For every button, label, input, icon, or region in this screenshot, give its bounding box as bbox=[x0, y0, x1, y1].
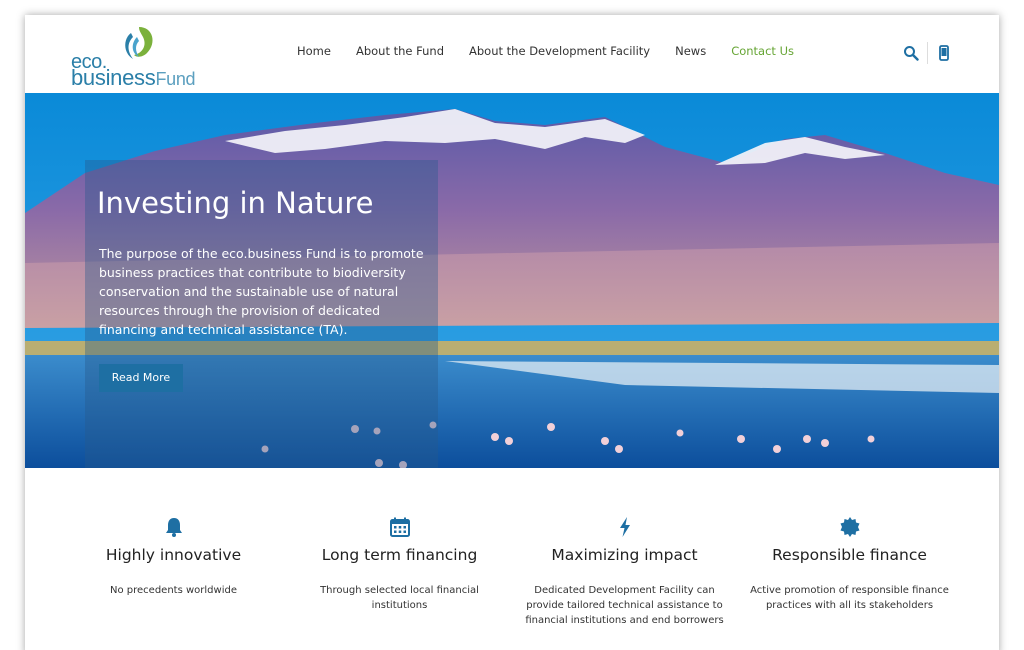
gear-badge-icon bbox=[840, 517, 859, 537]
feature-text: Active promotion of responsible finance … bbox=[750, 585, 949, 611]
read-more-button[interactable]: Read More bbox=[99, 364, 183, 392]
feature-text: Dedicated Development Facility can provi… bbox=[525, 585, 724, 626]
header-icons bbox=[903, 41, 952, 65]
header-icon-divider bbox=[927, 42, 928, 64]
feature-maximizing-impact: Maximizing impact Dedicated Development … bbox=[512, 468, 737, 628]
logo-business-text: businessFund bbox=[71, 65, 196, 91]
site-header: eco. businessFund Home About the Fund Ab… bbox=[25, 15, 999, 93]
feature-long-term-financing: Long term financing Through selected loc… bbox=[287, 468, 512, 613]
search-icon[interactable] bbox=[903, 45, 919, 61]
nav-home[interactable]: Home bbox=[297, 44, 331, 64]
feature-title: Highly innovative bbox=[105, 546, 242, 564]
lightning-bolt-icon bbox=[619, 517, 630, 537]
feature-title: Long term financing bbox=[321, 546, 478, 564]
mobile-phone-icon[interactable] bbox=[936, 45, 952, 61]
logo-fund-word: Fund bbox=[155, 69, 196, 89]
hero-overlay-panel: Investing in Nature The purpose of the e… bbox=[85, 160, 438, 468]
feature-title: Maximizing impact bbox=[551, 546, 698, 564]
feature-text: Through selected local financial institu… bbox=[320, 585, 479, 611]
hero-title: Investing in Nature bbox=[97, 186, 374, 220]
bell-icon bbox=[165, 518, 182, 537]
logo-swirl-icon bbox=[125, 27, 153, 59]
hero-description: The purpose of the eco.business Fund is … bbox=[99, 246, 424, 337]
feature-text: No precedents worldwide bbox=[110, 585, 237, 596]
main-nav: Home About the Fund About the Developmen… bbox=[297, 44, 819, 64]
nav-about-fund[interactable]: About the Fund bbox=[356, 44, 444, 64]
feature-highly-innovative: Highly innovative No precedents worldwid… bbox=[61, 468, 286, 598]
logo[interactable]: eco. businessFund bbox=[71, 25, 211, 90]
calendar-icon bbox=[389, 517, 410, 537]
feature-responsible-finance: Responsible finance Active promotion of … bbox=[737, 468, 962, 613]
hero-banner: Investing in Nature The purpose of the e… bbox=[25, 93, 999, 468]
nav-contact-us[interactable]: Contact Us bbox=[731, 44, 794, 64]
nav-news[interactable]: News bbox=[675, 44, 706, 64]
features-section: Highly innovative No precedents worldwid… bbox=[25, 468, 999, 650]
nav-about-development-facility[interactable]: About the Development Facility bbox=[469, 44, 650, 64]
logo-business-word: business bbox=[71, 65, 156, 90]
feature-title: Responsible finance bbox=[772, 546, 927, 564]
page: eco. businessFund Home About the Fund Ab… bbox=[25, 15, 999, 650]
